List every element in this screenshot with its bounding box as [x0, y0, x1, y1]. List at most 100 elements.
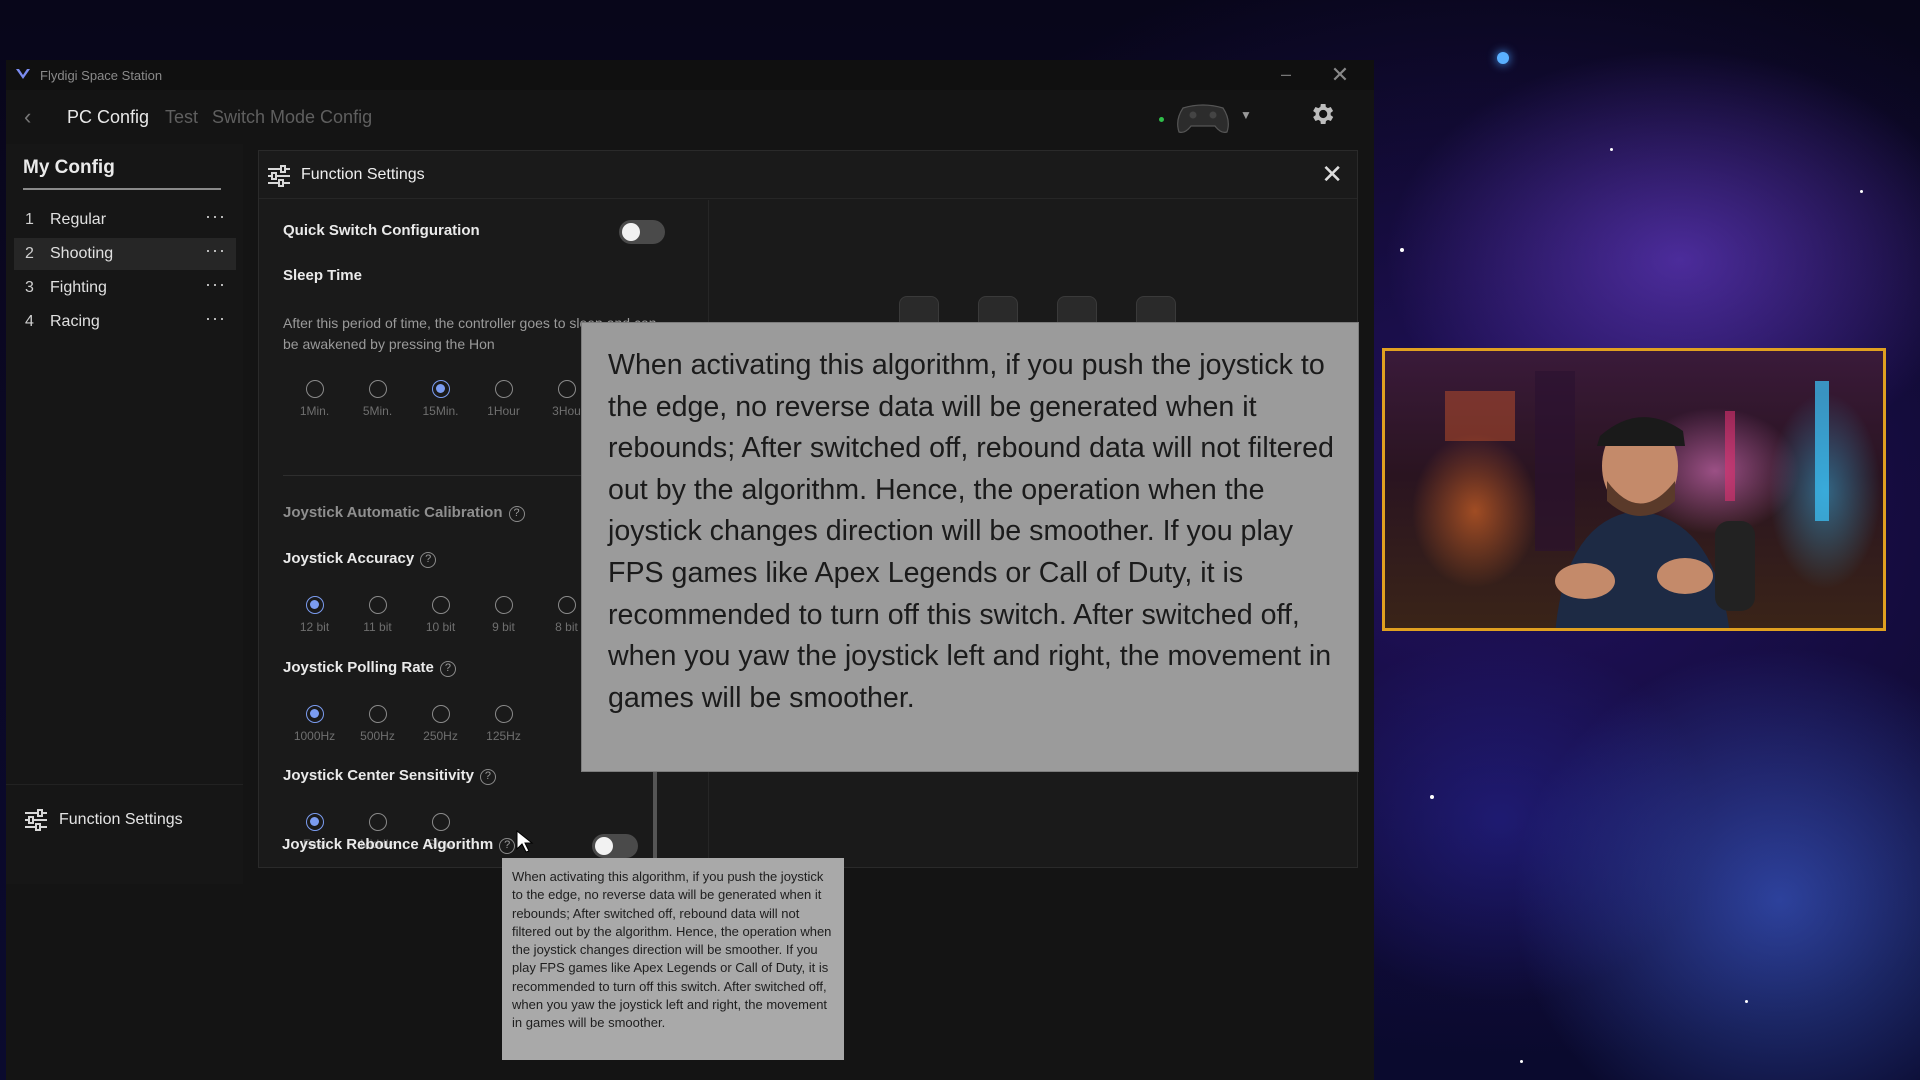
- more-options-icon[interactable]: ···: [205, 206, 226, 227]
- help-icon[interactable]: ?: [479, 769, 496, 785]
- config-item-number: 1: [25, 211, 34, 228]
- star: [1745, 1000, 1748, 1003]
- radio-label: 11 bit: [363, 620, 392, 634]
- radio-label: 125Hz: [486, 729, 521, 743]
- accuracy-text: Joystick Accuracy: [283, 550, 415, 567]
- config-item-label: Shooting: [50, 245, 114, 262]
- sleep-option-1hour[interactable]: 1Hour: [472, 380, 535, 430]
- quick-switch-label: Quick Switch Configuration: [283, 222, 480, 239]
- tab-pc-config[interactable]: PC Config: [67, 107, 149, 128]
- panel-header: Function Settings ✕: [259, 151, 1357, 199]
- more-options-icon[interactable]: ···: [205, 274, 226, 295]
- accuracy-option-10bit[interactable]: 10 bit: [409, 596, 472, 646]
- radio-circle: [368, 596, 387, 614]
- help-tooltip: When activating this algorithm, if you p…: [502, 858, 844, 1060]
- radio-circle: [368, 813, 387, 831]
- polling-option-125hz[interactable]: 125Hz: [472, 705, 535, 755]
- accuracy-option-9bit[interactable]: 9 bit: [472, 596, 535, 646]
- radio-label: 9 bit: [492, 620, 515, 634]
- polling-rate-label: Joystick Polling Rate?: [283, 659, 456, 677]
- star: [1610, 148, 1613, 151]
- connection-status-dot: [1159, 117, 1164, 122]
- sliders-icon: [25, 809, 47, 831]
- magnified-tooltip: When activating this algorithm, if you p…: [581, 322, 1359, 772]
- help-icon[interactable]: ?: [508, 506, 525, 522]
- radio-label: 500Hz: [360, 729, 395, 743]
- radio-circle: [557, 380, 576, 398]
- top-nav: ‹ PC Config Test Switch Mode Config ▼: [6, 90, 1374, 144]
- config-item-label: Fighting: [50, 279, 107, 296]
- help-icon[interactable]: ?: [499, 838, 516, 854]
- mouse-cursor-icon: [516, 830, 534, 853]
- radio-circle: [368, 705, 387, 723]
- radio-label: 250Hz: [423, 729, 458, 743]
- settings-scrollbar[interactable]: [653, 760, 657, 868]
- radio-label: 1000Hz: [293, 729, 336, 743]
- radio-label: 1Hour: [487, 404, 520, 418]
- back-arrow-icon[interactable]: ‹: [24, 104, 31, 130]
- radio-circle: [494, 705, 513, 723]
- config-item-number: 3: [25, 279, 34, 296]
- title-bar: Flydigi Space Station – ✕: [6, 60, 1374, 90]
- device-dropdown-icon[interactable]: ▼: [1240, 108, 1252, 122]
- config-sidebar: My Config 1 Regular ··· 2 Shooting ··· 3…: [6, 144, 243, 884]
- radio-label: 12 bit: [299, 620, 330, 634]
- help-icon[interactable]: ?: [420, 552, 437, 568]
- sidebar-title: My Config: [23, 157, 115, 178]
- radio-label: 3Hou: [552, 404, 581, 418]
- polling-rate-options: 1000Hz 500Hz 250Hz 125Hz: [283, 705, 535, 755]
- accuracy-label: Joystick Accuracy?: [283, 550, 437, 568]
- sleep-option-1min[interactable]: 1Min.: [283, 380, 346, 430]
- radio-circle: [305, 596, 324, 614]
- config-item-number: 4: [25, 313, 34, 330]
- more-options-icon[interactable]: ···: [205, 308, 226, 329]
- app-logo-icon: [16, 69, 30, 79]
- webcam-overlay: [1382, 348, 1886, 631]
- star: [1497, 52, 1509, 64]
- rebounce-algorithm-toggle[interactable]: [592, 834, 638, 858]
- sleep-option-15min[interactable]: 15Min.: [409, 380, 472, 430]
- accuracy-option-12bit[interactable]: 12 bit: [283, 596, 346, 646]
- config-item-shooting[interactable]: 2 Shooting ···: [14, 238, 236, 270]
- config-item-fighting[interactable]: 3 Fighting ···: [14, 272, 236, 304]
- radio-circle: [431, 813, 450, 831]
- config-item-regular[interactable]: 1 Regular ···: [14, 204, 236, 236]
- radio-circle: [431, 380, 450, 398]
- auto-calibration-label: Joystick Automatic Calibration?: [283, 504, 525, 522]
- help-icon[interactable]: ?: [439, 661, 456, 677]
- more-options-icon[interactable]: ···: [205, 240, 226, 261]
- config-item-racing[interactable]: 4 Racing ···: [14, 306, 236, 338]
- config-item-label: Racing: [50, 313, 100, 330]
- function-settings-label: Function Settings: [59, 811, 183, 828]
- rebounce-algorithm-label: Joystick Rebounce Algorithm?: [282, 836, 516, 854]
- accuracy-options: 12 bit 11 bit 10 bit 9 bit 8 bit: [283, 596, 598, 646]
- tab-test[interactable]: Test: [165, 107, 198, 128]
- star: [1430, 795, 1434, 799]
- star: [1520, 1060, 1523, 1063]
- window-close-button[interactable]: ✕: [1328, 62, 1352, 87]
- radio-circle: [494, 380, 513, 398]
- gear-icon[interactable]: [1308, 100, 1336, 128]
- radio-circle: [431, 705, 450, 723]
- rebounce-algorithm-text: Joystick Rebounce Algorithm: [282, 836, 494, 853]
- star: [1400, 248, 1404, 252]
- polling-rate-text: Joystick Polling Rate: [283, 659, 434, 676]
- radio-label: 5Min.: [362, 404, 393, 418]
- minimize-button[interactable]: –: [1274, 64, 1298, 84]
- sleep-time-label: Sleep Time: [283, 267, 362, 284]
- tab-switch-mode-config[interactable]: Switch Mode Config: [212, 107, 372, 128]
- controller-icon[interactable]: [1173, 100, 1233, 136]
- polling-option-1000hz[interactable]: 1000Hz: [283, 705, 346, 755]
- accuracy-option-11bit[interactable]: 11 bit: [346, 596, 409, 646]
- radio-circle: [305, 813, 324, 831]
- panel-close-icon[interactable]: ✕: [1321, 159, 1343, 190]
- sidebar-function-settings[interactable]: Function Settings: [6, 784, 243, 854]
- quick-switch-toggle[interactable]: [619, 220, 665, 244]
- app-title: Flydigi Space Station: [40, 68, 163, 83]
- sidebar-title-underline: [23, 188, 221, 190]
- center-sensitivity-text: Joystick Center Sensitivity: [283, 767, 474, 784]
- polling-option-250hz[interactable]: 250Hz: [409, 705, 472, 755]
- config-item-label: Regular: [50, 211, 107, 228]
- sleep-option-5min[interactable]: 5Min.: [346, 380, 409, 430]
- polling-option-500hz[interactable]: 500Hz: [346, 705, 409, 755]
